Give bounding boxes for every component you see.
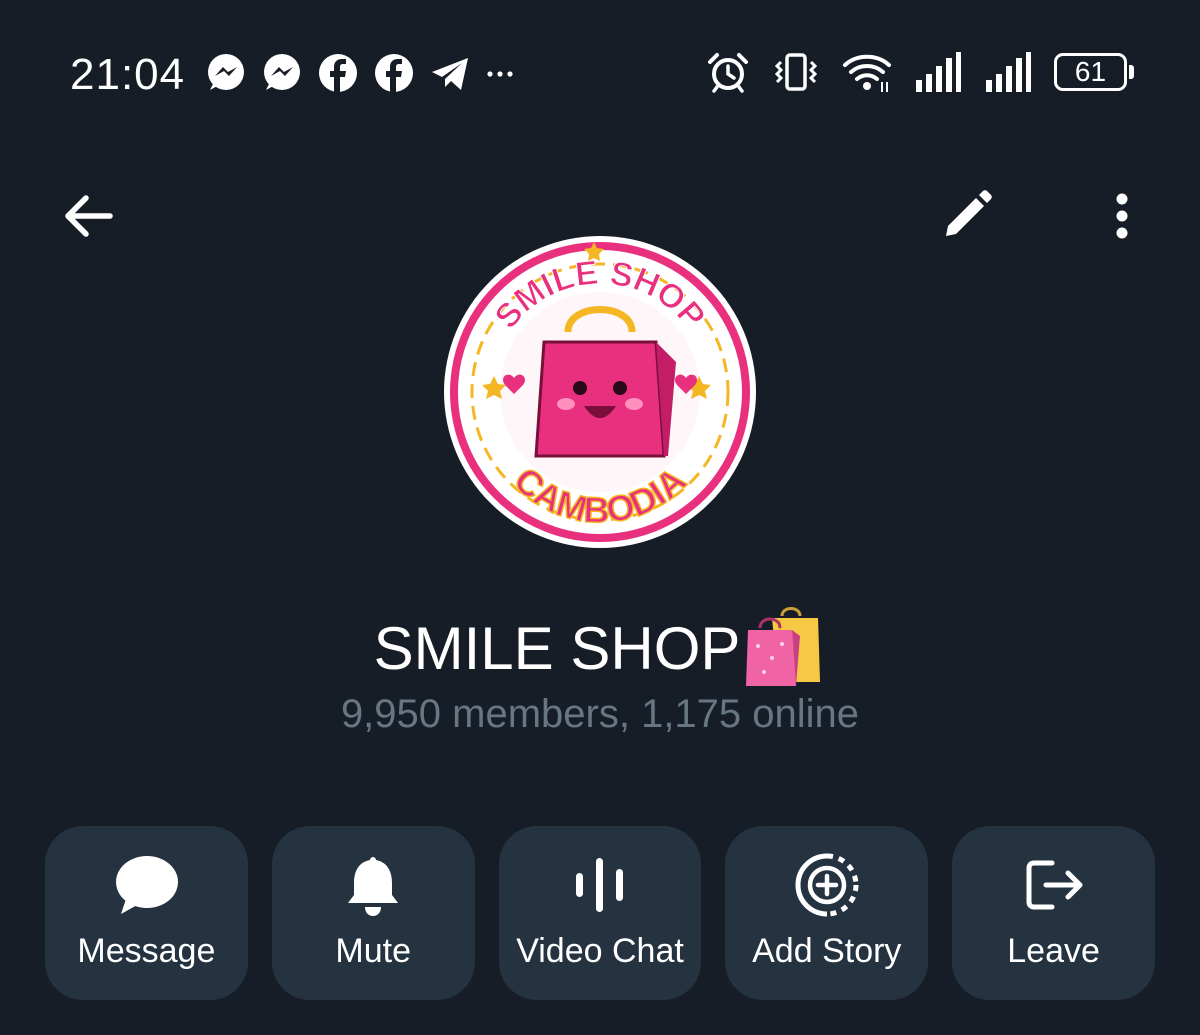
group-avatar[interactable]: SMILE SHOP CAMBODIA [444,236,756,548]
edit-button[interactable] [926,176,1006,256]
messenger-icon [261,52,303,94]
notification-icons [205,52,515,94]
signal-icon [914,50,962,94]
add-story-button[interactable]: Add Story [725,826,929,1000]
more-options-button[interactable] [1082,176,1162,256]
facebook-icon [317,52,359,94]
message-label: Message [77,932,216,970]
message-button[interactable]: Message [45,826,248,1000]
mute-button[interactable]: Mute [271,826,475,1000]
shopping-bags-emoji [742,606,826,690]
bell-icon [348,857,399,916]
mute-label: Mute [335,932,411,970]
wifi-icon [842,50,892,94]
leave-label: Leave [1007,932,1100,970]
logout-icon [1026,860,1083,910]
battery-icon: 61 [1054,53,1134,91]
messenger-icon [205,52,247,94]
chat-title-text: SMILE SHOP [373,614,741,682]
pencil-icon [946,190,992,236]
member-count: 9,950 members, 1,175 online [340,692,860,736]
status-bar: 21:04 61 [0,0,1200,150]
vibrate-icon [772,50,820,94]
system-icons: 61 [706,50,1134,94]
alarm-icon [706,50,750,94]
add-story-label: Add Story [752,932,902,970]
chat-title: SMILE SHOP [0,606,1200,690]
signal-icon [984,50,1032,94]
arrow-left-icon [65,195,113,237]
video-chat-label: Video Chat [516,932,684,970]
leave-button[interactable]: Leave [952,826,1155,1000]
add-story-icon [795,853,859,917]
more-notifications-icon [485,52,515,94]
battery-level-text: 61 [1074,56,1107,87]
back-button[interactable] [48,176,128,256]
telegram-icon [429,52,471,94]
video-chat-button[interactable]: Video Chat [498,826,702,1000]
voice-wave-icon [575,858,623,912]
action-buttons: Message Mute Video Chat Add Story Leave [45,826,1155,1000]
status-clock: 21:04 [70,50,186,99]
chat-bubble-icon [116,856,179,914]
group-profile-screen: 21:04 61 SMILE SHOP CAMBODIA SMILE SHOP … [0,0,1200,1035]
more-vertical-icon [1116,193,1128,239]
facebook-icon [373,52,415,94]
